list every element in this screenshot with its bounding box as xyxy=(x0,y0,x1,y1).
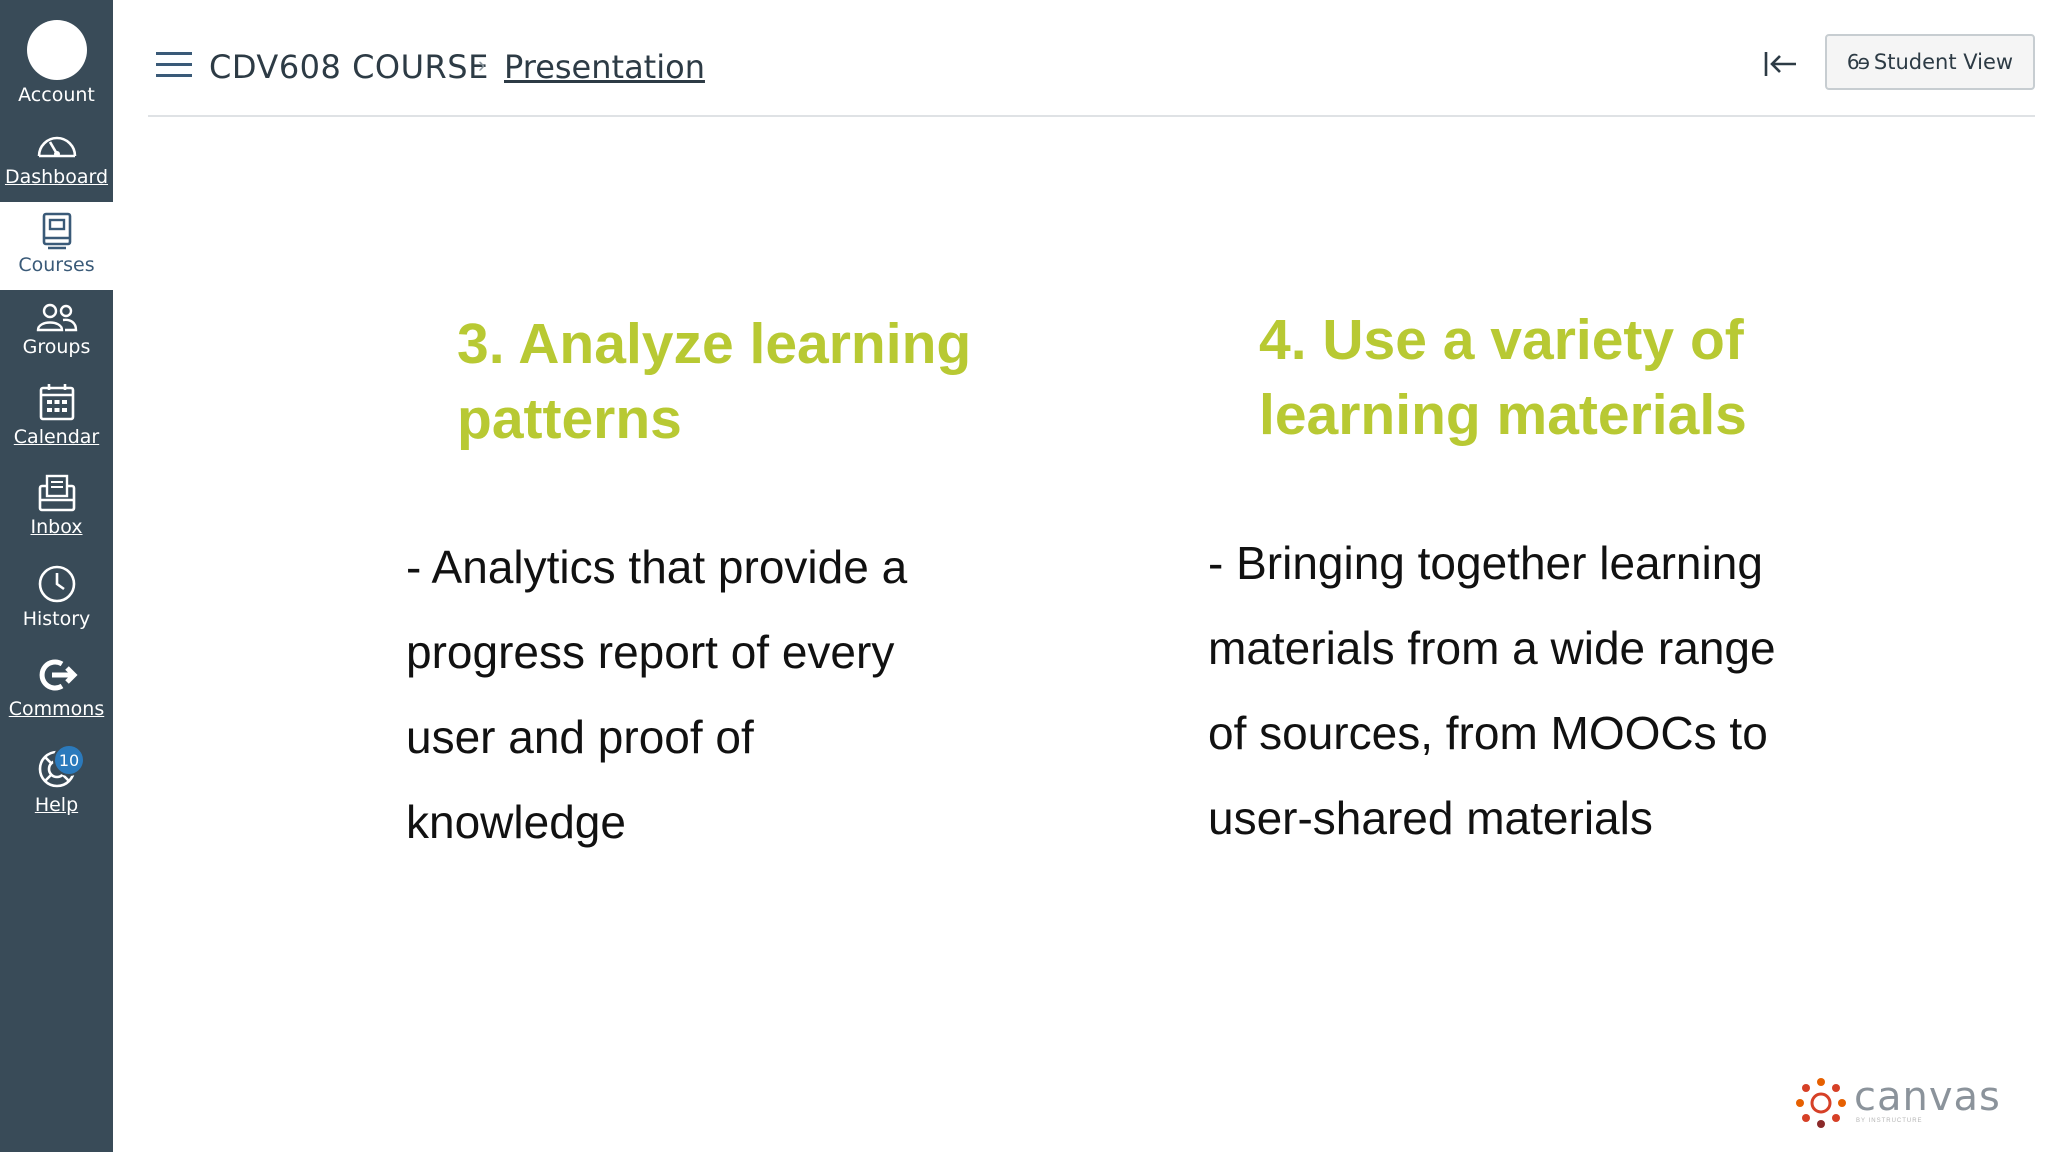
help-notification-badge: 10 xyxy=(53,744,85,776)
nav-item-account[interactable]: Account xyxy=(0,20,113,106)
nav-label-courses: Courses xyxy=(18,254,95,276)
body-line: knowledge xyxy=(406,796,626,848)
nav-item-dashboard[interactable]: Dashboard xyxy=(0,128,113,188)
breadcrumb-page[interactable]: Presentation xyxy=(504,48,705,86)
slide-heading-left: 3. Analyze learning patterns xyxy=(457,307,1077,457)
nav-item-courses[interactable]: Courses xyxy=(0,202,113,290)
commons-icon xyxy=(39,659,78,691)
breadcrumb-separator-icon: › xyxy=(478,52,486,77)
avatar xyxy=(26,20,87,80)
courses-icon xyxy=(42,212,71,250)
nav-item-calendar[interactable]: Calendar xyxy=(0,382,113,448)
collapse-sidebar-button[interactable] xyxy=(1760,46,1800,82)
body-line: user-shared materials xyxy=(1208,792,1653,844)
body-line: of sources, from MOOCs to xyxy=(1208,707,1768,759)
student-view-label: Student View xyxy=(1873,50,2014,74)
history-icon xyxy=(38,565,75,603)
nav-label-commons: Commons xyxy=(8,698,105,720)
nav-label-groups: Groups xyxy=(22,336,91,358)
heading-line: learning materials xyxy=(1259,383,1747,447)
course-menu-toggle[interactable] xyxy=(156,52,192,78)
hamburger-icon-bar xyxy=(156,63,192,66)
nav-item-groups[interactable]: Groups xyxy=(0,302,113,358)
inbox-icon xyxy=(38,474,75,512)
nav-item-commons[interactable]: Commons xyxy=(0,656,113,720)
body-line: - Bringing together learning xyxy=(1208,537,1763,589)
canvas-logo-icon xyxy=(1796,1078,1846,1128)
nav-label-calendar: Calendar xyxy=(13,426,100,448)
nav-item-history[interactable]: History xyxy=(0,564,113,630)
canvas-logo: canvas BY INSTRUCTURE xyxy=(1794,1074,2000,1132)
global-navigation: Account Dashboard Courses Groups Calenda… xyxy=(0,0,113,1152)
nav-item-inbox[interactable]: Inbox xyxy=(0,474,113,538)
groups-icon xyxy=(36,303,77,332)
heading-line: 4. Use a variety of xyxy=(1259,308,1744,372)
calendar-icon xyxy=(39,384,74,421)
slide-body-right: - Bringing together learning materials f… xyxy=(1208,521,1848,861)
heading-line: 3. Analyze learning xyxy=(457,312,972,376)
breadcrumb-course[interactable]: CDV608 COURSE xyxy=(209,48,489,86)
body-line: materials from a wide range xyxy=(1208,622,1776,674)
student-view-button[interactable]: 6ɘ Student View xyxy=(1825,34,2035,90)
nav-label-history: History xyxy=(22,608,91,630)
heading-line: patterns xyxy=(457,387,682,451)
hamburger-icon xyxy=(156,52,192,55)
slide-body-left: - Analytics that provide a progress repo… xyxy=(406,525,1026,865)
body-line: user and proof of xyxy=(406,711,754,763)
body-line: progress report of every xyxy=(406,626,895,678)
body-line: - Analytics that provide a xyxy=(406,541,908,593)
nav-label-account: Account xyxy=(18,84,95,106)
course-header: CDV608 COURSE › Presentation 6ɘ Student … xyxy=(148,0,2035,117)
dashboard-icon xyxy=(37,136,76,158)
canvas-tagline: BY INSTRUCTURE xyxy=(1856,1118,1923,1124)
canvas-wordmark: canvas xyxy=(1854,1074,2001,1120)
nav-item-help[interactable]: 10 Help xyxy=(0,742,113,816)
glasses-icon: 6ɘ xyxy=(1846,50,1870,74)
nav-label-help: Help xyxy=(34,794,79,816)
nav-label-dashboard: Dashboard xyxy=(4,166,109,188)
collapse-left-icon xyxy=(1764,52,1796,76)
slide-heading-right: 4. Use a variety of learning materials xyxy=(1259,303,1879,453)
hamburger-icon-bar xyxy=(156,74,192,77)
nav-label-inbox: Inbox xyxy=(30,516,83,538)
